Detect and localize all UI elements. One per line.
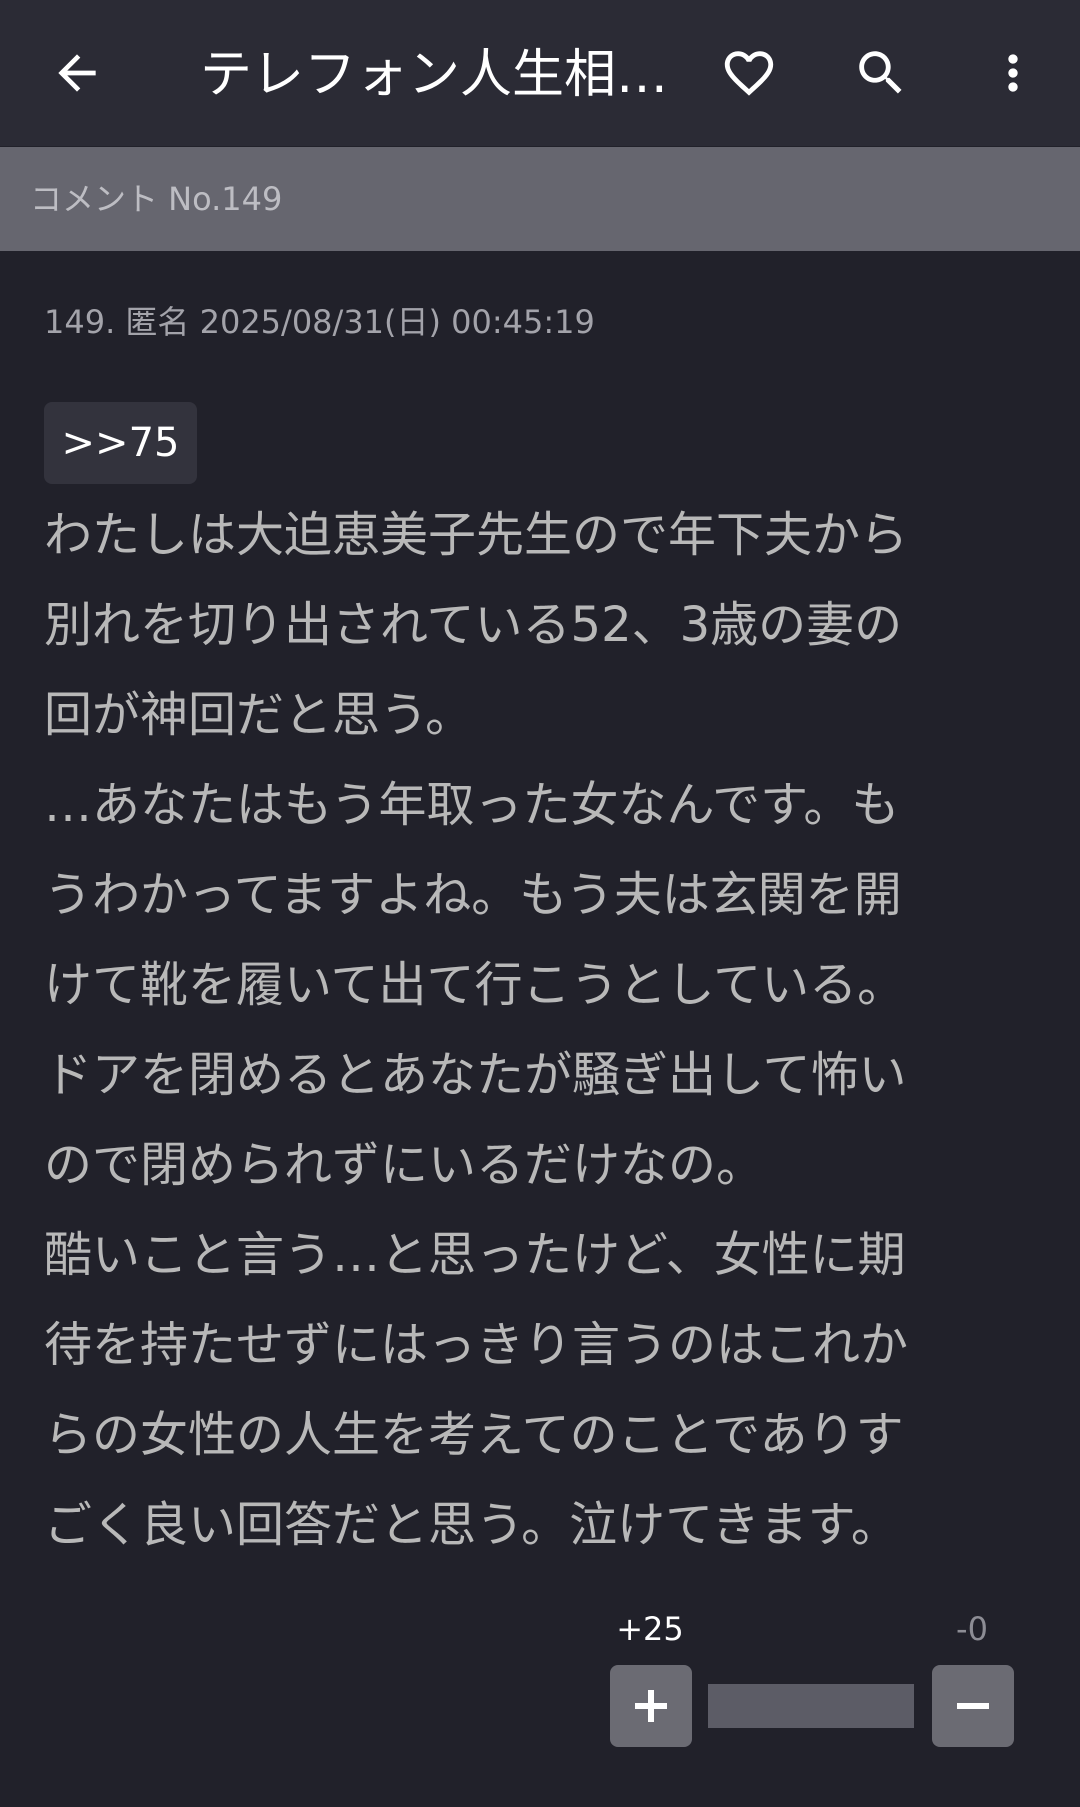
arrow-left-icon: [58, 54, 96, 92]
back-button[interactable]: [37, 33, 117, 113]
comment-line: 待を持たせずにはっきり言うのはこれか: [44, 1317, 909, 1373]
comment-line: ので閉められずにいるだけなの。: [44, 1137, 765, 1193]
favorite-button[interactable]: [709, 33, 789, 113]
heart-outline-icon: [724, 51, 774, 96]
plus-icon: [635, 1690, 667, 1722]
minus-icon: [957, 1703, 989, 1709]
more-options-button[interactable]: [973, 33, 1053, 113]
comment-line: ドアを閉めるとあなたが騒ぎ出して怖い: [44, 1047, 907, 1103]
comment-line: わたしは大迫恵美子先生ので年下夫から: [44, 507, 909, 563]
comment-line: ごく良い回答だと思う。泣けてきます。: [44, 1497, 899, 1553]
vote-ratio-fill: [708, 1684, 914, 1728]
vote-ratio-bar: [708, 1684, 914, 1728]
plus-vote-count: +25: [616, 1610, 684, 1648]
minus-vote-count: -0: [956, 1610, 988, 1648]
comment-detail-screen: テレフォン人生相… コメント No.149 149. 匿名 2025/08/31…: [0, 0, 1080, 1807]
search-icon: [859, 51, 902, 94]
comment-meta: 149. 匿名 2025/08/31(日) 00:45:19: [44, 303, 595, 341]
comment-line: …あなたはもう年取った女なんです。も: [44, 777, 900, 833]
comment-body: わたしは大迫恵美子先生ので年下夫から 別れを切り出されている52、3歳の妻の 回…: [44, 490, 1044, 1570]
comment-line: 別れを切り出されている52、3歳の妻の: [44, 597, 903, 653]
search-button[interactable]: [841, 33, 921, 113]
comment-number-label: コメント No.149: [30, 180, 283, 218]
plus-vote-button[interactable]: [610, 1665, 692, 1747]
comment-number-header: コメント No.149: [0, 147, 1080, 251]
comment-line: 酷いこと言う…と思ったけど、女性に期: [44, 1227, 906, 1283]
reply-anchor-link[interactable]: >>75: [44, 402, 197, 484]
comment-line: らの女性の人生を考えてのことでありす: [44, 1407, 904, 1463]
comment-line: けて靴を履いて出て行こうとしている。: [44, 957, 906, 1013]
minus-vote-button[interactable]: [932, 1665, 1014, 1747]
more-vert-icon: [1008, 54, 1018, 92]
app-bar: テレフォン人生相…: [0, 0, 1080, 146]
page-title: テレフォン人生相…: [200, 45, 669, 105]
comment-line: うわかってますよね。もう夫は玄関を開: [44, 867, 902, 923]
comment-line: 回が神回だと思う。: [44, 687, 474, 743]
